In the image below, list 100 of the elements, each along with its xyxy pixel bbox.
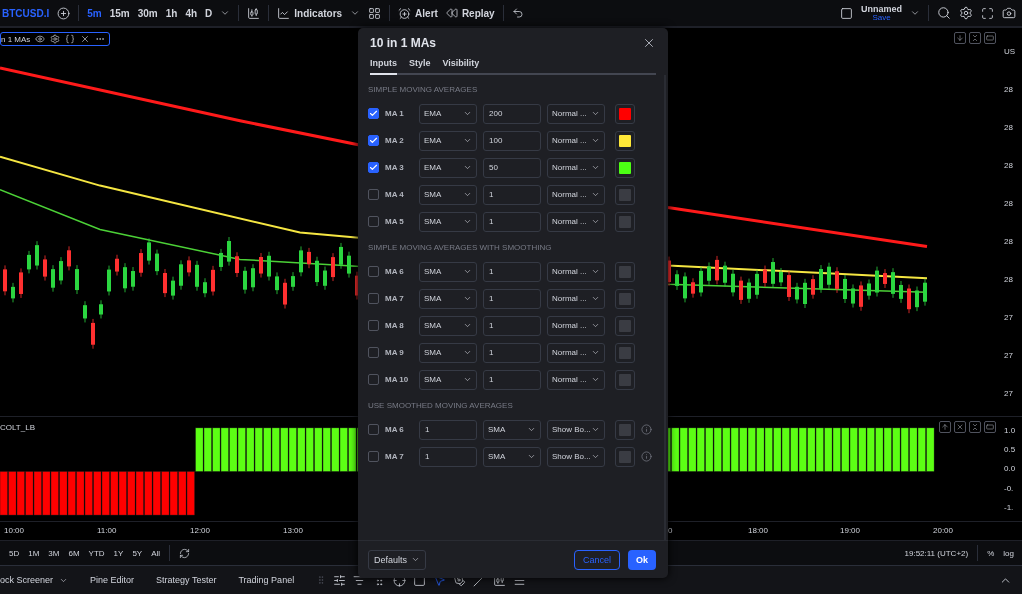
search-icon[interactable] [937, 6, 951, 20]
mode-dropdown[interactable]: Normal ... [547, 130, 605, 151]
alert-button[interactable]: Alert [398, 6, 438, 20]
panel-tab[interactable]: Strategy Tester [156, 575, 217, 585]
range-button[interactable]: 5Y [132, 548, 143, 558]
type-dropdown[interactable]: SMA [419, 342, 477, 363]
length-field[interactable]: 1 [483, 288, 541, 309]
mode-dropdown[interactable]: Normal ... [547, 184, 605, 205]
symbol-name[interactable]: BTCUSD.I [2, 7, 50, 19]
type-dropdown[interactable]: SMA [419, 288, 477, 309]
interval-button[interactable]: 30m [137, 7, 158, 19]
mode-dropdown[interactable]: Normal ... [547, 288, 605, 309]
range-button[interactable]: 6M [68, 548, 80, 558]
collapse-button[interactable] [969, 421, 981, 433]
type-dropdown[interactable]: SMA [419, 211, 477, 232]
eye-icon[interactable] [35, 34, 46, 44]
dialog-tab[interactable]: Style [409, 58, 431, 75]
camera-icon[interactable] [1002, 6, 1016, 20]
interval-button[interactable]: 1h [165, 7, 178, 19]
dialog-tab[interactable]: Visibility [442, 58, 480, 75]
range-button[interactable]: 3M [48, 548, 60, 558]
settings-icon[interactable] [959, 6, 973, 20]
mode-dropdown[interactable]: Show Bo... [547, 446, 605, 467]
type-dropdown[interactable]: SMA [419, 315, 477, 336]
panel-tab[interactable]: ock Screener [0, 575, 69, 585]
range-button[interactable]: All [151, 548, 161, 558]
checkbox[interactable] [368, 293, 379, 304]
percent-button[interactable]: % [987, 548, 995, 558]
grid-icon[interactable] [368, 6, 382, 20]
range-button[interactable]: 1M [28, 548, 40, 558]
undo-icon[interactable] [511, 7, 524, 19]
checkbox[interactable] [368, 135, 379, 146]
checkbox[interactable] [368, 424, 379, 435]
mode-dropdown[interactable]: Normal ... [547, 315, 605, 336]
log-button[interactable]: log [1003, 548, 1014, 558]
indicators-button[interactable]: Indicators [277, 6, 343, 20]
chevron-down-icon[interactable] [350, 8, 361, 18]
move-up-button[interactable] [939, 421, 951, 433]
checkbox[interactable] [368, 189, 379, 200]
length-field[interactable]: 200 [483, 103, 541, 124]
square-icon[interactable] [840, 6, 853, 20]
checkbox[interactable] [368, 320, 379, 331]
layout-button[interactable]: Unnamed Save [861, 4, 902, 22]
sliders-icon[interactable] [333, 573, 347, 587]
length-field[interactable]: 1 [483, 261, 541, 282]
indicator-legend[interactable]: n 1 MAs [0, 32, 111, 46]
checkbox[interactable] [368, 451, 379, 462]
mode-dropdown[interactable]: Normal ... [547, 103, 605, 124]
replay-button[interactable]: Replay [445, 7, 495, 19]
type-dropdown[interactable]: EMA [419, 103, 477, 124]
interval-button[interactable]: 15m [109, 7, 130, 19]
length-field[interactable]: 100 [483, 130, 541, 151]
info-icon[interactable] [641, 424, 652, 435]
close-icon[interactable] [80, 34, 91, 44]
type-dropdown[interactable]: SMA [483, 419, 541, 440]
maximize-button[interactable] [984, 421, 996, 433]
range-button[interactable]: 5D [9, 548, 20, 558]
type-dropdown[interactable]: EMA [419, 157, 477, 178]
interval-button[interactable]: 4h [185, 7, 198, 19]
checkbox[interactable] [368, 162, 379, 173]
ok-button[interactable]: Ok [628, 549, 656, 570]
move-down-button[interactable] [954, 32, 966, 44]
interval-button[interactable]: 5m [87, 7, 102, 19]
add-symbol-icon[interactable] [57, 6, 71, 20]
dialog-tab[interactable]: Inputs [370, 58, 397, 75]
chevron-down-icon[interactable] [910, 8, 920, 18]
type-dropdown[interactable]: SMA [419, 184, 477, 205]
checkbox[interactable] [368, 216, 379, 227]
mode-dropdown[interactable]: Normal ... [547, 342, 605, 363]
checkbox[interactable] [368, 347, 379, 358]
length-field[interactable]: 1 [483, 342, 541, 363]
length-field[interactable]: 1 [483, 369, 541, 390]
chevron-down-icon[interactable] [220, 8, 231, 18]
checkbox[interactable] [368, 108, 379, 119]
length-field[interactable]: 1 [483, 184, 541, 205]
mode-dropdown[interactable]: Normal ... [547, 211, 605, 232]
settings-icon[interactable] [50, 34, 61, 44]
mode-dropdown[interactable]: Normal ... [547, 157, 605, 178]
defaults-dropdown[interactable]: Defaults [368, 549, 427, 570]
candles-icon[interactable] [247, 6, 261, 20]
interval-button[interactable]: D [205, 7, 213, 19]
length-field[interactable]: 1 [419, 419, 477, 440]
close-button[interactable] [954, 421, 966, 433]
braces-icon[interactable] [65, 34, 76, 44]
type-dropdown[interactable]: SMA [483, 446, 541, 467]
length-field[interactable]: 50 [483, 157, 541, 178]
checkbox[interactable] [368, 374, 379, 385]
length-field[interactable]: 1 [419, 446, 477, 467]
fullscreen-icon[interactable] [981, 6, 994, 20]
range-button[interactable]: 1Y [113, 548, 124, 558]
panel-tab[interactable]: Trading Panel [238, 575, 295, 585]
info-icon[interactable] [641, 451, 652, 462]
type-dropdown[interactable]: SMA [419, 369, 477, 390]
close-button[interactable] [642, 36, 656, 50]
checkbox[interactable] [368, 266, 379, 277]
panel-tab[interactable]: Pine Editor [90, 575, 135, 585]
length-field[interactable]: 1 [483, 315, 541, 336]
maximize-button[interactable] [984, 32, 996, 44]
type-dropdown[interactable]: SMA [419, 261, 477, 282]
type-dropdown[interactable]: EMA [419, 130, 477, 151]
